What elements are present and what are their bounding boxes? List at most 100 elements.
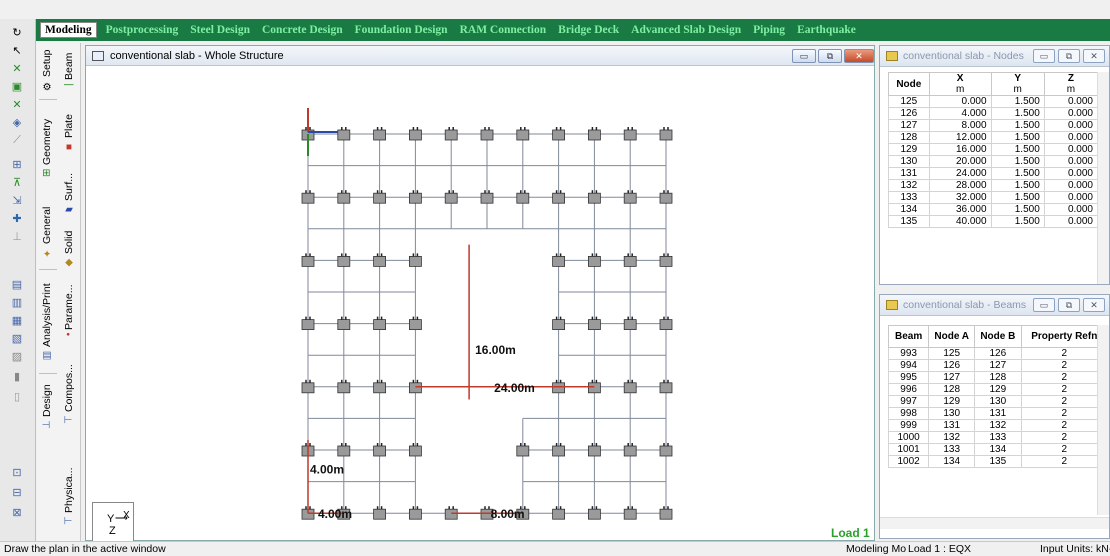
tab-setup[interactable]: ⚙ Setup: [39, 49, 55, 90]
nodes-vertical-scrollbar[interactable]: [1097, 72, 1109, 284]
table-cell[interactable]: 135: [888, 215, 930, 228]
table-cell[interactable]: 1.500: [990, 179, 1045, 192]
table-cell[interactable]: 132: [888, 179, 930, 192]
beam-cursor-icon[interactable]: ▣: [9, 79, 25, 93]
module-tab-ram-connection[interactable]: RAM Connection: [457, 23, 550, 37]
table-row[interactable]: 134 36.000 1.500 0.000: [888, 203, 1099, 216]
table-cell[interactable]: 0.000: [928, 95, 992, 108]
table-cell[interactable]: 20.000: [928, 155, 992, 168]
symbols-icon[interactable]: ⊟: [9, 485, 25, 499]
table-row[interactable]: 128 12.000 1.500 0.000: [888, 131, 1099, 144]
table-cell[interactable]: 131: [928, 419, 976, 432]
module-tab-piping[interactable]: Piping: [750, 23, 788, 37]
table-cell[interactable]: 133: [928, 443, 976, 456]
table-cell[interactable]: 1.500: [990, 191, 1045, 204]
beams-restore-button[interactable]: ⧉: [1058, 298, 1080, 312]
table-cell[interactable]: 0.000: [1043, 143, 1099, 156]
table-cell[interactable]: 0.000: [1043, 107, 1099, 120]
table-row[interactable]: 130 20.000 1.500 0.000: [888, 155, 1099, 168]
table-cell[interactable]: 996: [887, 383, 930, 396]
table-cell[interactable]: 2: [1020, 443, 1109, 456]
table-cell[interactable]: 994: [887, 359, 930, 372]
table-cell[interactable]: 999: [887, 419, 930, 432]
solid-cursor-icon[interactable]: ⟋: [9, 133, 25, 147]
table-row[interactable]: 1002 134 135 2: [887, 455, 1109, 468]
minimize-button[interactable]: ▭: [792, 49, 816, 63]
beams-vertical-scrollbar[interactable]: [1097, 325, 1109, 515]
beams-minimize-button[interactable]: ▭: [1033, 298, 1055, 312]
table-cell[interactable]: 126: [888, 107, 930, 120]
table-cell[interactable]: 0.000: [1043, 215, 1099, 228]
beams-header-1[interactable]: Node A: [928, 325, 976, 348]
table-row[interactable]: 133 32.000 1.500 0.000: [888, 191, 1099, 204]
table-row[interactable]: 127 8.000 1.500 0.000: [888, 119, 1099, 132]
table-row[interactable]: 125 0.000 1.500 0.000: [888, 95, 1099, 108]
table-row[interactable]: 996 128 129 2: [887, 383, 1109, 396]
table-cell[interactable]: 134: [974, 443, 1022, 456]
table-cell[interactable]: 133: [888, 191, 930, 204]
table-cell[interactable]: 2: [1020, 383, 1109, 396]
table-cell[interactable]: 2: [1020, 431, 1109, 444]
table-cell[interactable]: 0.000: [1043, 191, 1099, 204]
view-front-icon[interactable]: ▤: [9, 277, 25, 291]
table-cell[interactable]: 2: [1020, 407, 1109, 420]
structure-drawing[interactable]: 16.00m 24.00m 4.00m 4.00m 8.00m: [86, 66, 874, 540]
table-cell[interactable]: 132: [928, 431, 976, 444]
table-cell[interactable]: 16.000: [928, 143, 992, 156]
table-row[interactable]: 998 130 131 2: [887, 407, 1109, 420]
nodes-header-2[interactable]: Ym: [990, 72, 1045, 96]
nodes-restore-button[interactable]: ⧉: [1058, 49, 1080, 63]
table-row[interactable]: 129 16.000 1.500 0.000: [888, 143, 1099, 156]
table-cell[interactable]: 998: [887, 407, 930, 420]
view-3d-icon[interactable]: ▨: [9, 349, 25, 363]
table-cell[interactable]: 1.500: [990, 155, 1045, 168]
table-cell[interactable]: 1001: [887, 443, 930, 456]
table-cell[interactable]: 1002: [887, 455, 930, 468]
beams-horizontal-scrollbar[interactable]: [880, 517, 1109, 529]
table-cell[interactable]: 129: [928, 395, 976, 408]
beams-header-2[interactable]: Node B: [974, 325, 1022, 348]
table-cell[interactable]: 24.000: [928, 167, 992, 180]
table-cell[interactable]: 127: [974, 359, 1022, 372]
table-cell[interactable]: 1.500: [990, 107, 1045, 120]
beams-close-button[interactable]: ✕: [1083, 298, 1105, 312]
table-row[interactable]: 131 24.000 1.500 0.000: [888, 167, 1099, 180]
module-tab-modeling[interactable]: Modeling: [40, 22, 97, 38]
snap-icon[interactable]: ⊠: [9, 505, 25, 519]
module-tab-earthquake[interactable]: Earthquake: [794, 23, 859, 37]
table-cell[interactable]: 36.000: [928, 203, 992, 216]
table-cell[interactable]: 12.000: [928, 131, 992, 144]
table-cell[interactable]: 1.500: [990, 167, 1045, 180]
subtab-beam[interactable]: | Beam: [61, 49, 77, 89]
table-row[interactable]: 126 4.000 1.500 0.000: [888, 107, 1099, 120]
module-tab-steel-design[interactable]: Steel Design: [187, 23, 253, 37]
table-cell[interactable]: 126: [974, 347, 1022, 360]
subtab-solid[interactable]: ◆ Solid: [61, 229, 77, 269]
beams-header-0[interactable]: Beam: [887, 325, 930, 348]
table-cell[interactable]: 1.500: [990, 119, 1045, 132]
beams-header-3[interactable]: Property Refn: [1020, 325, 1109, 348]
table-cell[interactable]: 127: [928, 371, 976, 384]
surface-cursor-icon[interactable]: ◈: [9, 115, 25, 129]
member-cursor-icon[interactable]: ✚: [9, 211, 25, 225]
table-row[interactable]: 132 28.000 1.500 0.000: [888, 179, 1099, 192]
module-tab-advanced-slab-design[interactable]: Advanced Slab Design: [628, 23, 744, 37]
table-cell[interactable]: 1.500: [990, 131, 1045, 144]
table-cell[interactable]: 2: [1020, 395, 1109, 408]
table-row[interactable]: 135 40.000 1.500 0.000: [888, 215, 1099, 228]
rotate-icon[interactable]: ↻: [9, 25, 25, 39]
table-cell[interactable]: 128: [888, 131, 930, 144]
table-cell[interactable]: 131: [888, 167, 930, 180]
table-cell[interactable]: 995: [887, 371, 930, 384]
cursor-icon[interactable]: ↖: [9, 43, 25, 57]
nodes-header-0[interactable]: Node: [888, 72, 930, 96]
table-cell[interactable]: 129: [888, 143, 930, 156]
restore-button[interactable]: ⧉: [818, 49, 842, 63]
geometry-cursor-icon[interactable]: ⊞: [9, 157, 25, 171]
module-tab-bridge-deck[interactable]: Bridge Deck: [555, 23, 622, 37]
table-cell[interactable]: 0.000: [1043, 119, 1099, 132]
subtab-physical[interactable]: ⊤ Physica...: [61, 463, 77, 529]
zoom-window-icon[interactable]: ▮: [9, 369, 25, 383]
subtab-composite[interactable]: ⊤ Compos...: [61, 363, 77, 425]
structure-window-titlebar[interactable]: conventional slab - Whole Structure ▭ ⧉ …: [86, 46, 874, 66]
